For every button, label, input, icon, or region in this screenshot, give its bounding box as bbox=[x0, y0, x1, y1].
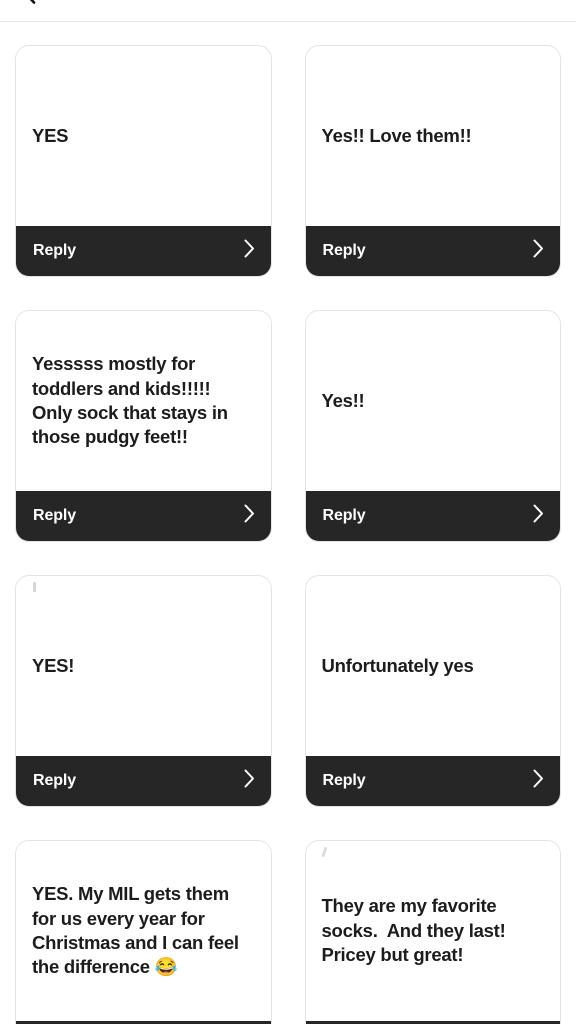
reply-card-body: YES bbox=[16, 46, 271, 226]
reply-card-body: Yes!! bbox=[306, 311, 561, 491]
reply-text: Yesssss mostly for toddlers and kids!!!!… bbox=[32, 353, 233, 448]
reply-card[interactable]: YES Reply bbox=[15, 45, 272, 277]
reply-card[interactable]: Yes!! Love them!! Reply bbox=[304, 45, 561, 277]
chevron-right-icon bbox=[533, 769, 544, 793]
reply-card[interactable]: YES! Reply bbox=[15, 575, 272, 807]
replies-grid: YES Reply Yes!! Love them!! Reply Yessss… bbox=[0, 23, 576, 1024]
reply-text: YES bbox=[32, 124, 69, 146]
chevron-left-icon bbox=[23, 0, 36, 4]
chevron-right-icon bbox=[244, 769, 255, 793]
clipped-glyph-artifact bbox=[321, 846, 327, 858]
reply-button[interactable]: Reply bbox=[305, 491, 560, 541]
reply-label: Reply bbox=[322, 772, 366, 789]
screen-root: Replies YES Reply Yes!! Love them!! bbox=[0, 0, 576, 1024]
reply-label: Reply bbox=[33, 507, 77, 524]
reply-card-body: They are my favorite socks. And they las… bbox=[306, 841, 561, 1021]
reply-label: Reply bbox=[33, 242, 77, 259]
reply-label: Reply bbox=[322, 507, 366, 524]
reply-text: YES. My MIL gets them for us every year … bbox=[32, 883, 244, 978]
reply-text: Yes!! bbox=[321, 389, 365, 411]
clipped-glyph-artifact bbox=[33, 582, 36, 592]
reply-text: YES! bbox=[32, 654, 75, 676]
reply-card-body: Yes!! Love them!! bbox=[306, 46, 561, 226]
reply-label: Reply bbox=[322, 242, 366, 259]
reply-card-body: YES! bbox=[16, 576, 271, 756]
reply-card-body: Unfortunately yes bbox=[306, 576, 561, 756]
reply-text: Unfortunately yes bbox=[321, 654, 474, 676]
reply-card-body: Yesssss mostly for toddlers and kids!!!!… bbox=[16, 311, 271, 491]
chevron-right-icon bbox=[533, 504, 544, 528]
reply-text: Yes!! Love them!! bbox=[321, 124, 472, 146]
reply-card[interactable]: YES. My MIL gets them for us every year … bbox=[15, 840, 272, 1024]
reply-button[interactable]: Reply bbox=[16, 226, 271, 276]
app-header: Replies bbox=[0, 0, 576, 22]
chevron-right-icon bbox=[244, 239, 255, 263]
reply-button[interactable]: Reply bbox=[305, 226, 560, 276]
reply-card[interactable]: Yesssss mostly for toddlers and kids!!!!… bbox=[15, 310, 272, 542]
reply-button[interactable]: Reply bbox=[305, 756, 560, 806]
chevron-right-icon bbox=[244, 504, 255, 528]
reply-button[interactable]: Reply bbox=[16, 491, 271, 541]
reply-card[interactable]: Yes!! Reply bbox=[304, 310, 561, 542]
reply-label: Reply bbox=[33, 772, 77, 789]
chevron-right-icon bbox=[533, 239, 544, 263]
back-button[interactable] bbox=[12, 0, 46, 10]
reply-card[interactable]: Unfortunately yes Reply bbox=[304, 575, 561, 807]
reply-card-body: YES. My MIL gets them for us every year … bbox=[16, 841, 271, 1021]
reply-button[interactable]: Reply bbox=[16, 756, 271, 806]
reply-card[interactable]: They are my favorite socks. And they las… bbox=[304, 840, 561, 1024]
reply-text: They are my favorite socks. And they las… bbox=[321, 895, 511, 966]
